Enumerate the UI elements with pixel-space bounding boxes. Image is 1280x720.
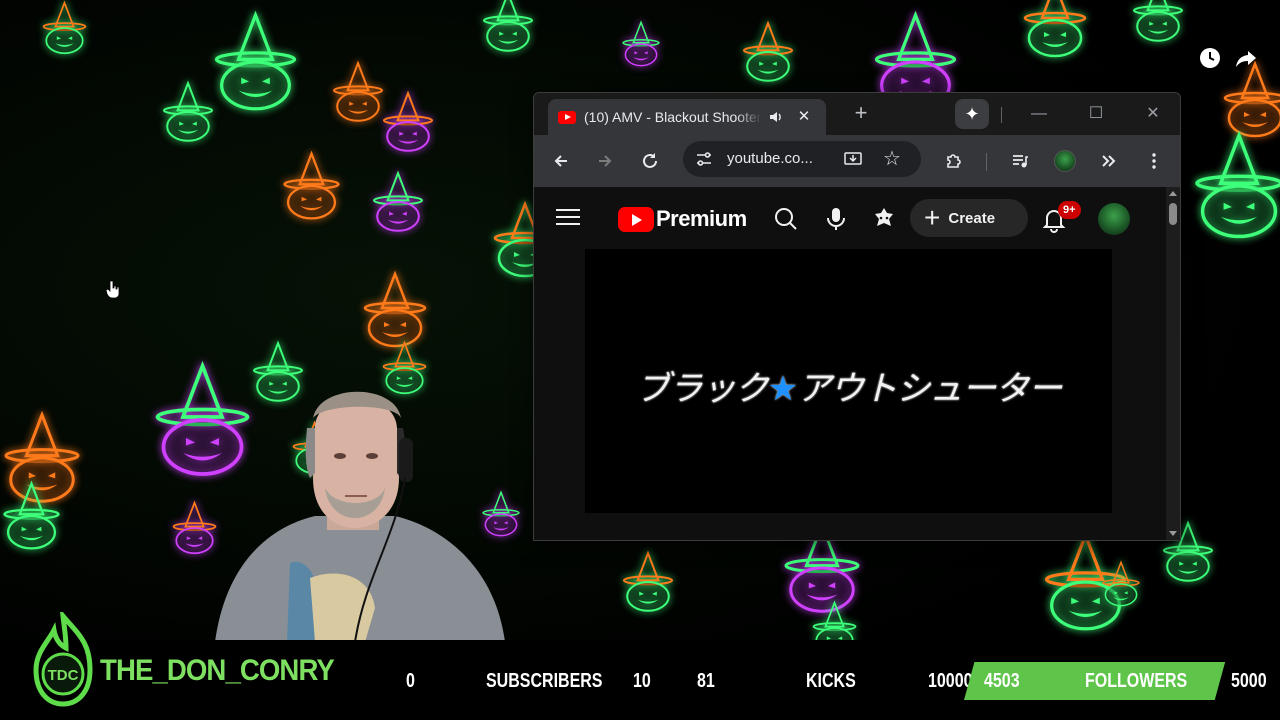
address-bar[interactable]: youtube.co... ☆ — [683, 141, 921, 177]
neon-pumpkin-icon — [480, 0, 536, 54]
neon-pumpkin-icon — [280, 150, 343, 222]
video-title-right: アウトシューター — [797, 369, 1062, 409]
ask-ai-sparkle-icon[interactable] — [870, 205, 898, 233]
video-title-card: ブラック★アウトシューター — [585, 361, 1112, 410]
share-icon[interactable] — [1234, 46, 1258, 70]
extensions-icon[interactable] — [942, 149, 966, 173]
video-title-left: ブラック — [635, 369, 769, 409]
channel-name: THE_DON_CONRY — [100, 654, 335, 687]
account-avatar[interactable] — [1098, 203, 1130, 235]
minimize-button[interactable]: — — [1024, 101, 1054, 127]
menu-kebab-icon[interactable] — [1142, 149, 1166, 173]
browser-window: (10) AMV - Blackout Shooter ✕ + ✦ — ☐ ✕ … — [533, 92, 1181, 541]
neon-pumpkin-icon — [1220, 60, 1280, 140]
page-viewport: Premium + Create 9+ ブラック★アウトシューター — [534, 187, 1180, 540]
followers-label: FOLLOWERS — [1085, 670, 1188, 692]
notification-badge: 9+ — [1058, 201, 1081, 219]
scroll-down-arrow-icon[interactable] — [1169, 531, 1177, 536]
site-settings-icon[interactable] — [695, 150, 713, 168]
webcam-feed — [195, 378, 513, 642]
plus-icon: + — [924, 202, 941, 233]
followers-progress-bar: 4503 FOLLOWERS 5000 — [964, 662, 1267, 700]
scrollbar[interactable] — [1166, 187, 1180, 540]
kicks-count: 81 — [697, 670, 715, 692]
subscribers-goal: 10 — [633, 670, 651, 692]
logo-text: Premium — [656, 206, 747, 231]
tab-strip: (10) AMV - Blackout Shooter ✕ + ✦ — ☐ ✕ — [534, 93, 1180, 135]
streamer-portrait — [215, 391, 505, 642]
neon-pumpkin-icon — [620, 20, 662, 68]
neon-pumpkin-icon — [1190, 130, 1280, 242]
profile-avatar[interactable] — [1054, 150, 1076, 172]
neon-pumpkin-icon — [360, 270, 430, 350]
hand-cursor-icon — [106, 280, 120, 298]
subscribers-label: SUBSCRIBERS — [486, 670, 603, 692]
forward-arrow-icon[interactable] — [593, 149, 617, 173]
video-player[interactable]: ブラック★アウトシューター — [585, 249, 1112, 513]
watch-later-icon[interactable] — [1198, 46, 1222, 70]
maximize-button[interactable]: ☐ — [1081, 101, 1111, 127]
subscribers-count: 0 — [406, 670, 415, 692]
neon-pumpkin-icon — [40, 0, 89, 56]
neon-pumpkin-icon — [1130, 0, 1186, 44]
neon-pumpkin-icon — [620, 550, 676, 614]
microphone-icon[interactable] — [822, 205, 850, 233]
neon-pumpkin-icon — [380, 90, 436, 154]
url-text: youtube.co... — [727, 150, 813, 167]
hamburger-menu-icon[interactable] — [556, 209, 580, 227]
close-window-button[interactable]: ✕ — [1138, 101, 1168, 127]
youtube-premium-logo[interactable]: Premium — [618, 206, 747, 232]
tab-close-icon[interactable]: ✕ — [796, 109, 812, 125]
install-app-icon[interactable] — [843, 149, 863, 169]
neon-pumpkin-icon — [1020, 0, 1090, 60]
back-arrow-icon[interactable] — [549, 149, 573, 173]
search-icon[interactable] — [772, 205, 800, 233]
scrollbar-thumb[interactable] — [1169, 203, 1177, 225]
media-controls-icon[interactable] — [1008, 149, 1032, 173]
tab-title: (10) AMV - Blackout Shooter — [584, 109, 762, 125]
video-title-star: ★ — [767, 369, 799, 409]
gemini-sparkle-button[interactable]: ✦ — [955, 99, 989, 129]
tabstrip-divider — [1001, 107, 1002, 123]
kicks-label: KICKS — [806, 670, 856, 692]
reload-icon[interactable] — [638, 149, 662, 173]
new-tab-button[interactable]: + — [850, 102, 872, 125]
browser-toolbar: youtube.co... ☆ — [534, 135, 1180, 187]
followers-count: 4503 — [984, 670, 1020, 692]
chevron-double-right-icon[interactable] — [1097, 149, 1121, 173]
followers-goal: 5000 — [1231, 670, 1267, 692]
youtube-favicon-icon — [558, 110, 576, 124]
audio-playing-icon[interactable] — [768, 109, 784, 125]
neon-pumpkin-icon — [0, 480, 63, 552]
tdc-flame-logo: TDC — [33, 612, 93, 707]
neon-pumpkin-icon — [1100, 560, 1142, 608]
tab-youtube[interactable]: (10) AMV - Blackout Shooter ✕ — [548, 99, 826, 135]
neon-pumpkin-icon — [160, 80, 216, 144]
neon-pumpkin-icon — [740, 20, 796, 84]
logo-letters: TDC — [48, 667, 79, 684]
create-button[interactable]: + Create — [910, 199, 1028, 237]
neon-pumpkin-icon — [330, 60, 386, 124]
youtube-play-icon — [618, 206, 654, 232]
create-label: Create — [948, 209, 996, 227]
neon-pumpkin-icon — [210, 10, 301, 114]
scroll-up-arrow-icon[interactable] — [1169, 191, 1177, 196]
neon-pumpkin-icon — [370, 170, 426, 234]
bookmark-star-icon[interactable]: ☆ — [881, 148, 903, 170]
toolbar-divider — [986, 153, 987, 171]
